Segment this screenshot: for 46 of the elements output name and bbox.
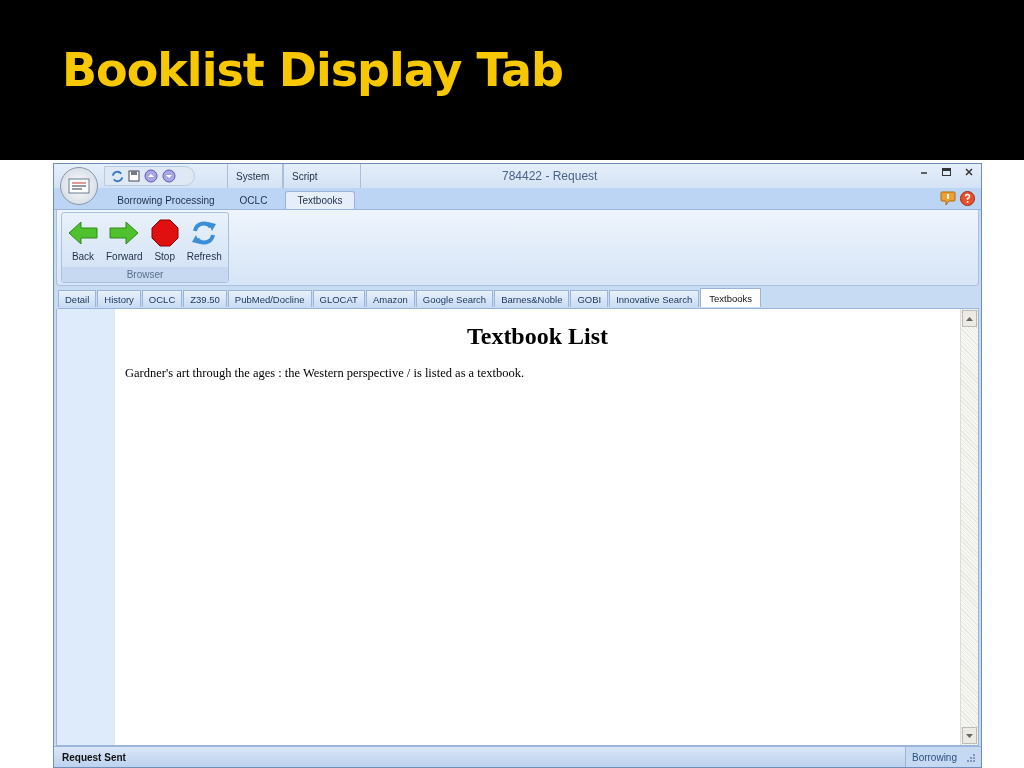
tab[interactable]: OCLC xyxy=(141,290,183,307)
status-message: Request Sent xyxy=(61,751,127,763)
tab[interactable]: PubMed/Docline xyxy=(227,290,312,307)
tab[interactable]: Barnes&Noble xyxy=(494,290,570,307)
tab[interactable]: GLOCAT xyxy=(312,290,365,307)
help-icon[interactable] xyxy=(960,191,975,206)
save-icon[interactable] xyxy=(128,170,140,182)
refresh-icon xyxy=(190,219,219,247)
tab[interactable]: Z39.50 xyxy=(183,290,227,307)
toolbar-button[interactable]: Refresh xyxy=(182,217,226,267)
status-text: Borrowing xyxy=(911,751,957,763)
up-triangle-icon xyxy=(966,316,973,321)
stop-sign-icon xyxy=(150,219,179,247)
toolbar-button[interactable]: Stop xyxy=(146,217,183,267)
resize-grip-icon[interactable] xyxy=(965,752,975,762)
document-icon xyxy=(68,178,90,194)
ribbon-tab[interactable]: Textbooks xyxy=(285,191,355,209)
app-menu-button[interactable] xyxy=(60,167,98,205)
tab[interactable]: Google Search xyxy=(415,290,494,307)
window-title: 784422 - Request xyxy=(502,169,598,183)
tab[interactable]: Textbooks xyxy=(700,288,761,307)
close-icon[interactable] xyxy=(965,168,973,176)
page-heading: Textbook List xyxy=(465,323,610,350)
scroll-down-button[interactable] xyxy=(962,727,977,744)
speech-bubble-icon[interactable] xyxy=(940,191,956,206)
tab[interactable]: GOBI xyxy=(570,290,609,307)
left-arrow-icon xyxy=(68,219,98,247)
down-triangle-icon xyxy=(966,733,973,738)
scrollbar[interactable] xyxy=(960,309,978,745)
toolbar-button[interactable]: Back xyxy=(64,217,102,267)
slide-title: Booklist Display Tab xyxy=(62,43,563,97)
tab[interactable]: History xyxy=(97,290,141,307)
ribbon-tab[interactable]: Borrowing Processing xyxy=(106,191,226,209)
up-circle-icon[interactable] xyxy=(144,169,158,183)
tab[interactable]: Innovative Search xyxy=(609,290,700,307)
ribbon-tab[interactable]: OCLC xyxy=(226,191,281,209)
tab[interactable]: Detail xyxy=(58,290,97,307)
toolbar-button[interactable]: Forward xyxy=(102,217,147,267)
down-circle-icon[interactable] xyxy=(162,169,176,183)
refresh-icon[interactable] xyxy=(111,169,124,183)
page-text: Gardner's art through the ages : the Western perspective / is listed as a textbook. xyxy=(125,366,526,381)
maximize-icon[interactable] xyxy=(942,168,951,176)
group-label: Browser xyxy=(62,267,228,282)
scroll-up-button[interactable] xyxy=(962,310,977,327)
right-arrow-icon xyxy=(109,219,140,247)
tab[interactable]: Amazon xyxy=(365,290,415,307)
